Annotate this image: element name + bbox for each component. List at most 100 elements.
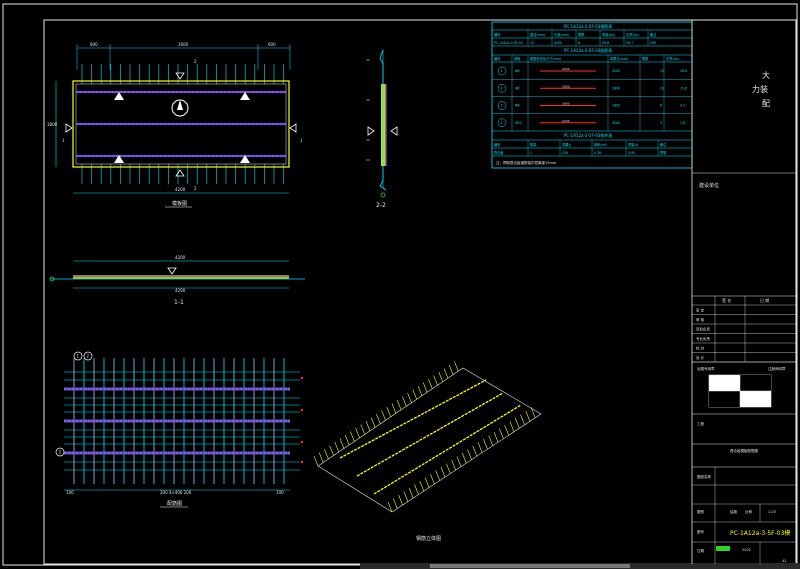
table-3-cell: C30 [562, 151, 568, 155]
table-1-header: 备注 [650, 32, 657, 37]
iso-tick [412, 389, 418, 400]
iso-tick [509, 421, 515, 432]
table-2-shape-dim: 4200 [562, 67, 570, 71]
table-2-spec: Φ8 [515, 104, 520, 108]
iso-tick [350, 431, 355, 442]
iso-tick [504, 424, 509, 436]
lifting-point-marker [240, 92, 250, 100]
iso-tick [376, 413, 381, 425]
drawing-no-label: 图号 [697, 529, 705, 534]
iso-tick [433, 375, 438, 386]
iso-tick [360, 424, 366, 435]
section-1-dim-top: 4200 [175, 255, 186, 260]
iso-tick [428, 378, 433, 390]
title-header-sign: 签 名 [722, 297, 731, 303]
table-2-header: 根数 [642, 56, 649, 61]
table-1-cell: 4200 [554, 41, 562, 45]
table-3-header: 编号 [494, 142, 500, 147]
iso-tick [438, 371, 444, 383]
section-mark-icon [175, 169, 185, 177]
iso-tick [407, 392, 412, 404]
table-2-count: 6 [660, 104, 662, 108]
iso-tick [414, 484, 419, 495]
iso-tick [493, 431, 499, 443]
iso-tick [454, 361, 459, 372]
table-3-cell: 0.38 [594, 151, 601, 155]
plan-section-mark-top: 2 [194, 59, 197, 64]
cad-drawing-canvas: 600 2600 600 2 2 1 1 1800 4200 模板图 2-2 4… [0, 0, 800, 569]
iso-tick [408, 487, 414, 499]
table-1-cell: 12 [530, 41, 534, 45]
iso-tick [365, 420, 371, 432]
table-1-cell: 59.7 [626, 41, 633, 45]
project-label: 建设单位 [699, 182, 719, 189]
table-3-header: 体积(m³) [594, 142, 607, 147]
iso-tick [461, 452, 467, 464]
iso-tick [419, 480, 425, 492]
table-3-header: 混凝土 [562, 142, 572, 147]
drawing-title-label: 图纸名称 [697, 474, 711, 479]
iso-tick [440, 466, 446, 478]
rebar-view-title: 配筋图 [167, 500, 182, 507]
table-2-weight: 16.6 [680, 69, 687, 73]
plan-dim-top-left: 600 [90, 42, 98, 47]
plan-section-mark-bottom: 2 [194, 186, 197, 191]
iso-tick [422, 382, 428, 393]
section-2-view: 2-2 [366, 49, 398, 209]
iso-tick [381, 410, 386, 421]
section-mark-icon [65, 123, 73, 133]
rebar-dim-left: 100 [66, 490, 74, 495]
table-2-shape-dim: 1800 [562, 84, 570, 88]
table-1-cell: C30 [650, 41, 656, 45]
rebar-dim-right: 100 [276, 490, 284, 495]
table-2-shape-dim: 1800 [562, 102, 570, 106]
iso-tick [424, 477, 430, 488]
plan-dim-top-right: 600 [268, 42, 276, 47]
iso-tick [488, 435, 493, 446]
table-2-id: 1 [501, 69, 503, 73]
iso-tick [435, 470, 440, 481]
section-1-title: 1-1 [174, 299, 184, 306]
table-2-spec: Φ10 [515, 121, 522, 125]
iso-tick [451, 459, 456, 471]
table-2-count: 10 [660, 69, 664, 73]
plan-dim-bottom: 4200 [175, 187, 186, 192]
iso-tick [456, 456, 462, 467]
section-1-dim-bottom: 4200 [175, 288, 186, 293]
drawing-inner-frame [43, 19, 797, 565]
title-block-role: 专业负责 [696, 336, 710, 341]
table-2-header: 编号 [494, 56, 500, 61]
rebar-view: 1 2 3 100 200 4×400 200 100 配筋图 [55, 351, 304, 508]
title-block-role: 项目负责 [696, 327, 710, 332]
table-1-header: 直径(mm) [530, 32, 545, 37]
table-1-cell: PC-1A12a-3-5F-03 [494, 41, 523, 45]
isometric-view: 钢筋立体图 [313, 361, 542, 542]
table-1-header: 根数 [578, 32, 585, 37]
iso-tick [398, 494, 403, 506]
rebar-tables: PC-1A12a-3-5F-03钢筋表 编号 直径(mm) 长度(mm) 根数 重量(k… [491, 21, 693, 169]
rebar-bubble-2-label: 2 [87, 354, 90, 359]
plan-section-mark-right: 1 [300, 138, 303, 143]
section-mark-icon [390, 126, 398, 136]
table-1-title: PC-1A12a-3-5F-03钢筋表 [564, 23, 612, 29]
scrollbar-thumb[interactable] [430, 564, 630, 568]
table-2-weight: 7.8 [680, 121, 685, 125]
table-2-title: PC-1A12a-3-5F-03配筋表 [564, 47, 612, 53]
iso-tick [499, 428, 504, 439]
table-2-shape-dim: 4200 [562, 119, 570, 123]
table-2-header: 单根长(mm) [610, 56, 628, 61]
iso-tick [446, 463, 451, 474]
company-name-line2: 力装 [752, 84, 768, 94]
table-2-weight: 15.6 [680, 86, 687, 90]
table-2-id: 3 [501, 104, 503, 108]
iso-tick [483, 438, 488, 450]
project-name-label: 工程 [697, 421, 705, 426]
table-3-title: PC-1A12a-3-5F-03构件表 [564, 132, 612, 138]
iso-tick [443, 368, 449, 379]
section-2-title: 2-2 [376, 202, 386, 209]
section-1-view: 4200 4200 1-1 [49, 255, 305, 306]
iso-tick [391, 403, 397, 414]
iso-tick [430, 473, 435, 485]
iso-tick [334, 441, 340, 453]
drawing-number: PC-1A12a-3-5F-03模 [730, 529, 790, 537]
